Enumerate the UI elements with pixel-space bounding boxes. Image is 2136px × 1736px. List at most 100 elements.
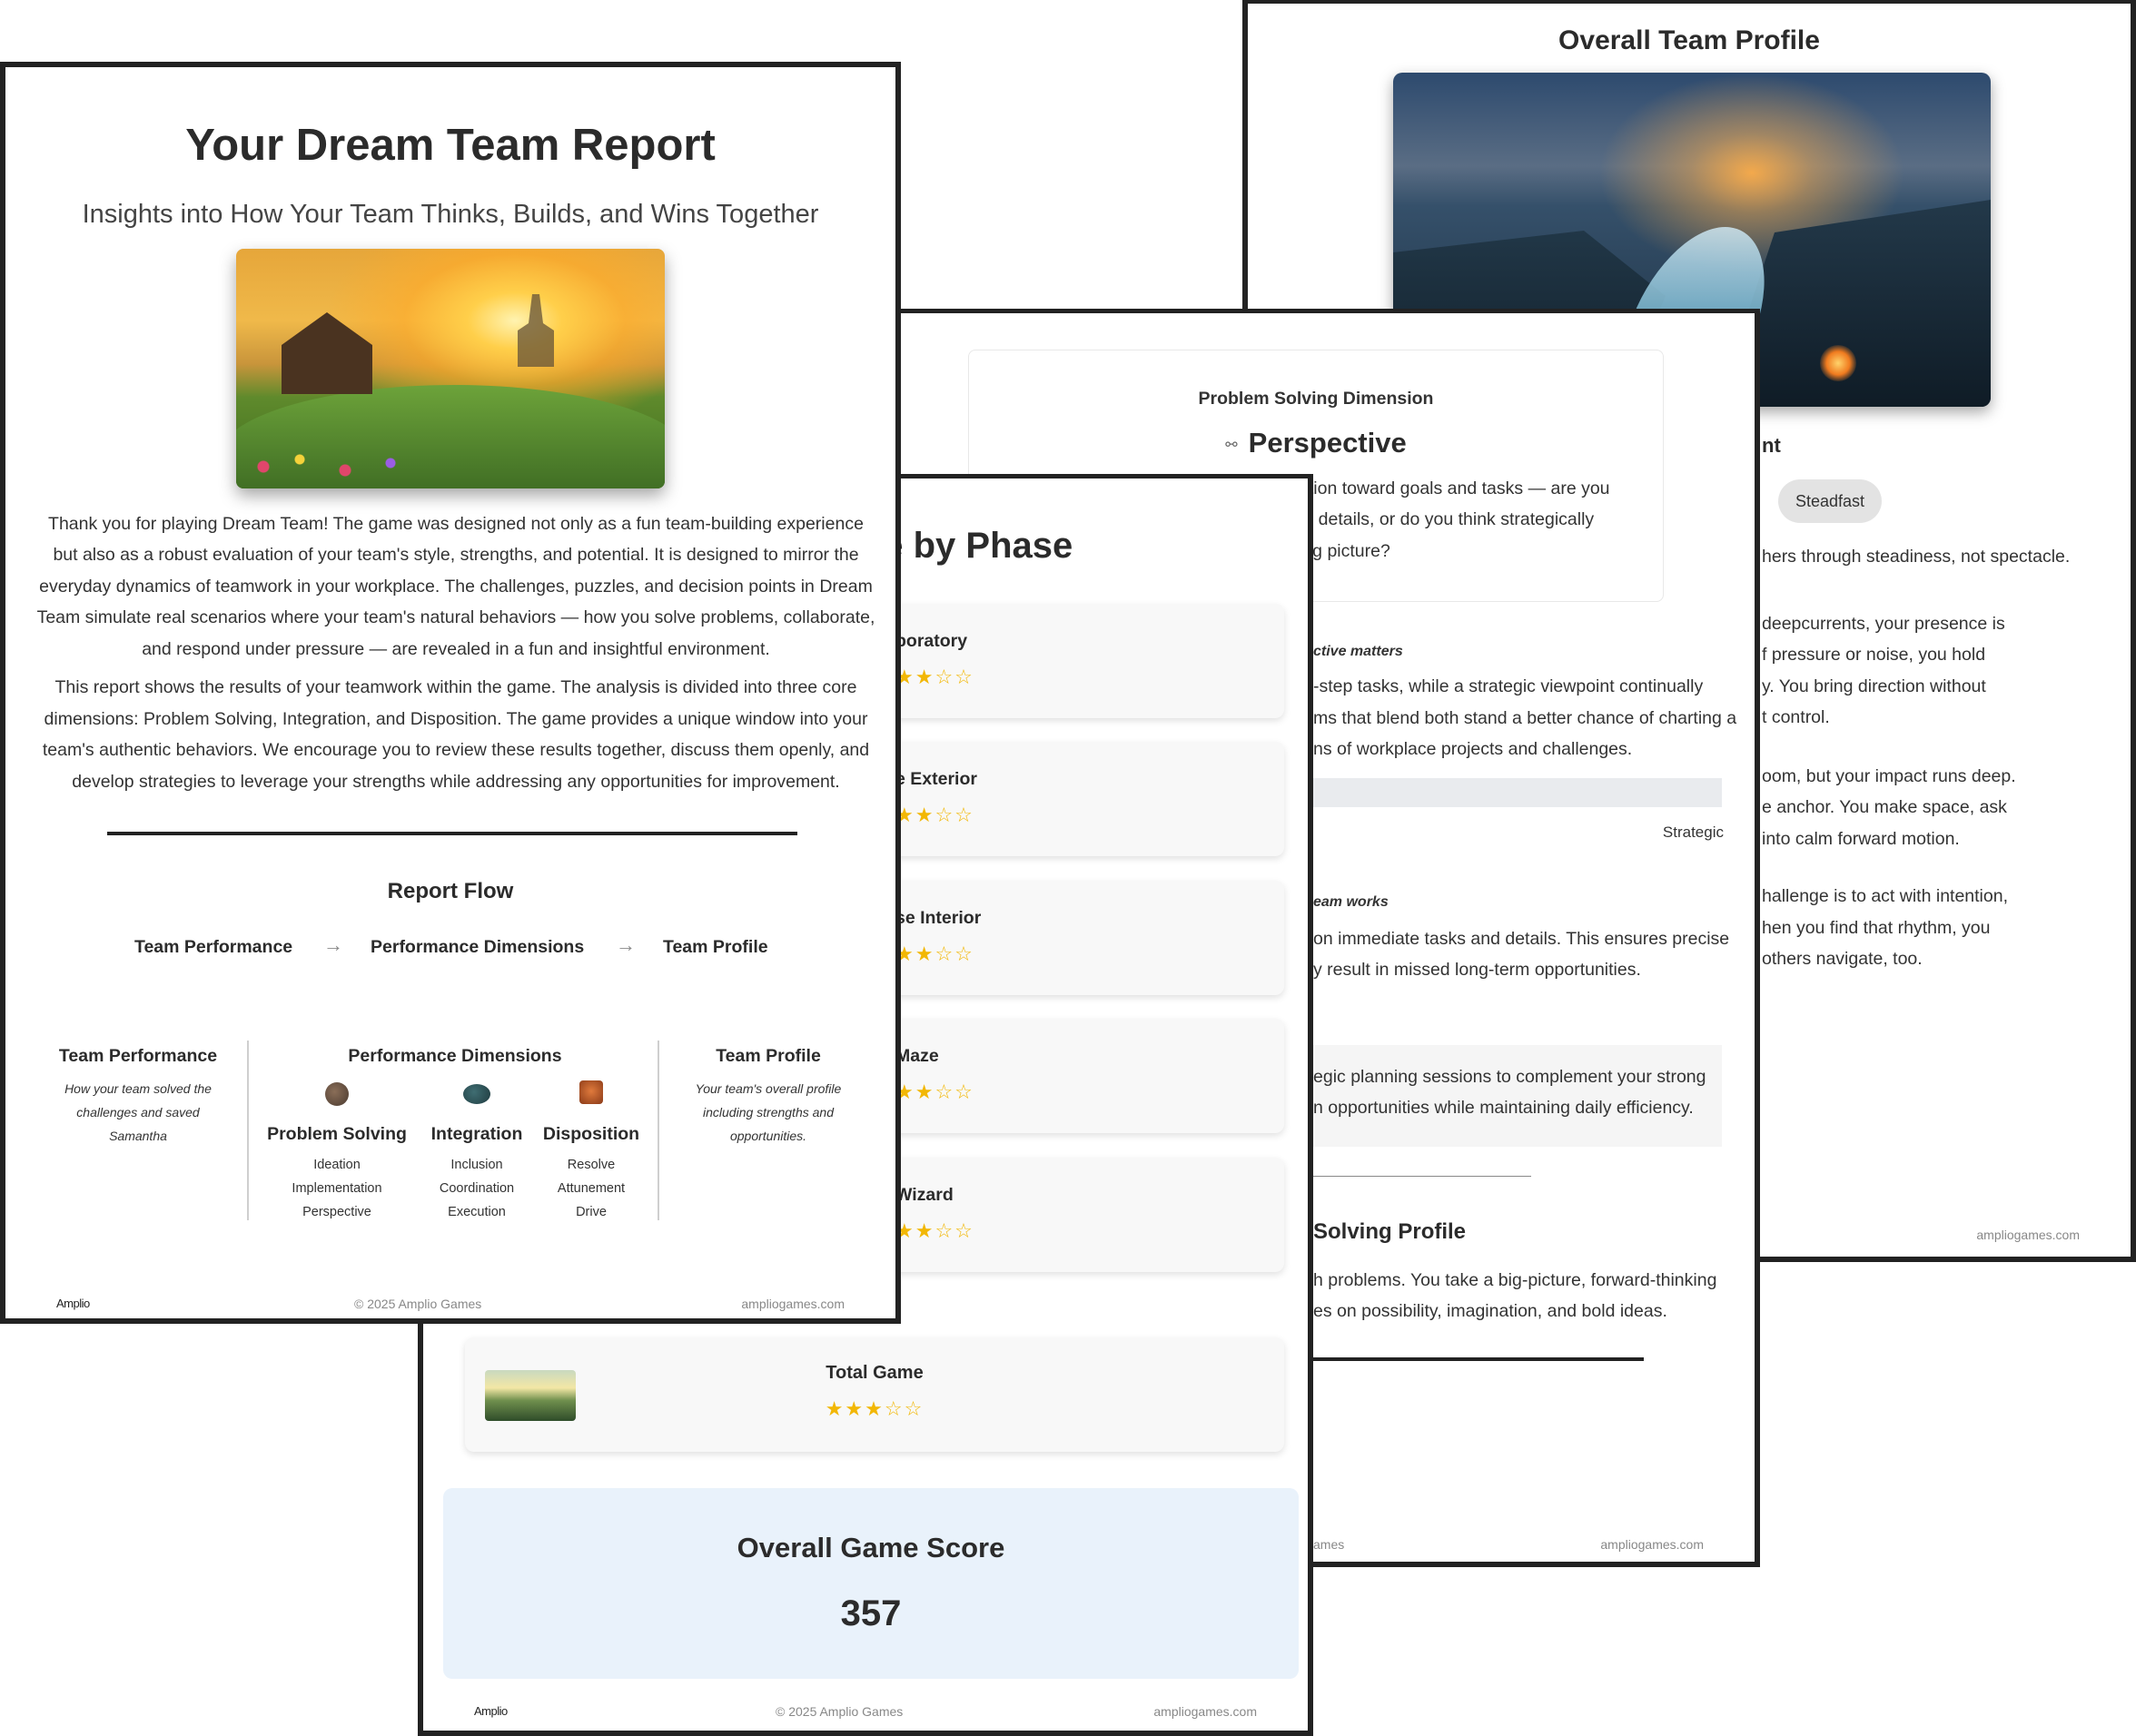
- why-heading: ctive matters: [1313, 644, 1403, 659]
- column-title: Team Performance: [58, 1046, 218, 1066]
- phase-name: se Interior: [895, 908, 982, 928]
- glasses-icon: ⚯: [1225, 437, 1238, 453]
- section-text: h problems. You take a big-picture, forw…: [1313, 1270, 1717, 1290]
- column-desc: How your team solved the challenges and …: [38, 1077, 238, 1148]
- fantasy-landscape-image: [236, 249, 665, 488]
- total-game-card: Total Game ★★★☆☆: [465, 1337, 1284, 1452]
- footer-center: ames: [1313, 1537, 1345, 1552]
- phase-stars: ★★☆☆: [895, 1080, 974, 1103]
- castle-shape: [518, 294, 554, 367]
- desc-line: How your team solved the: [64, 1081, 212, 1096]
- phase-stars: ★★☆☆: [895, 1219, 974, 1242]
- profile-text: deepcurrents, your presence is: [1762, 614, 2005, 634]
- recommendation-text: n opportunities while maintaining daily …: [1313, 1098, 1694, 1118]
- section-text: es on possibility, imagination, and bold…: [1313, 1301, 1667, 1321]
- dimension-name: Disposition: [542, 1124, 640, 1144]
- column-divider: [247, 1041, 249, 1220]
- overall-score-box: Overall Game Score 357: [443, 1488, 1299, 1679]
- overall-score-value: 357: [840, 1593, 902, 1633]
- recommendation-text: egic planning sessions to complement you…: [1313, 1067, 1706, 1087]
- perspective-scale-bar: [1290, 778, 1722, 807]
- footer-website: ampliogames.com: [1976, 1228, 2080, 1242]
- dimension-question: ation toward goals and tasks — are you: [1299, 478, 1610, 498]
- phase-stars: ★★☆☆: [895, 666, 974, 688]
- desc-line: Samantha: [109, 1129, 167, 1143]
- desc-line: challenges and saved: [76, 1105, 200, 1120]
- footer-website: ampliogames.com: [741, 1297, 845, 1311]
- footer-copyright: © 2025 Amplio Games: [354, 1297, 482, 1311]
- intro-text: This report shows the results of your te…: [54, 677, 857, 697]
- profile-text: hallenge is to act with intention,: [1762, 886, 2009, 906]
- profile-text: e anchor. You make space, ask: [1762, 797, 2007, 817]
- phase-stars: ★★☆☆: [895, 804, 974, 826]
- flow-step: Performance Dimensions: [371, 937, 585, 957]
- intro-text: Team simulate real scenarios where your …: [36, 607, 875, 627]
- flow-step: Team Profile: [663, 937, 768, 957]
- section-title: Solving Profile: [1313, 1219, 1467, 1244]
- dragon-icon: [579, 1080, 603, 1104]
- dimension-name: Perspective: [1248, 427, 1407, 459]
- why-text: ns of workplace projects and challenges.: [1313, 739, 1633, 759]
- intro-text: but also as a robust evaluation of your …: [53, 545, 859, 565]
- profile-text: hen you find that rhythm, you: [1762, 918, 1991, 938]
- desc-line: opportunities.: [729, 1129, 807, 1143]
- intro-text: and respond under pressure — are reveale…: [142, 639, 770, 659]
- amplio-logo: Amplio: [56, 1297, 90, 1310]
- report-title: Your Dream Team Report: [185, 121, 716, 170]
- phase-stars: ★★☆☆: [895, 942, 974, 965]
- dimension-title: ⚯ Perspective: [969, 427, 1663, 459]
- profile-text: hers through steadiness, not spectacle.: [1762, 547, 2071, 567]
- total-game-stars: ★★★☆☆: [825, 1397, 925, 1420]
- intro-text: develop strategies to leverage your stre…: [72, 772, 840, 792]
- phase-name: Maze: [895, 1046, 939, 1066]
- sub-dimension: Drive: [576, 1205, 607, 1219]
- sub-dimension: Ideation: [313, 1158, 361, 1172]
- why-text: ms that blend both stand a better chance…: [1313, 708, 1737, 728]
- desc-line: including strengths and: [703, 1105, 834, 1120]
- footer-copyright: © 2025 Amplio Games: [776, 1704, 904, 1719]
- sub-dimension: Attunement: [557, 1181, 626, 1196]
- profile-text: f pressure or noise, you hold: [1762, 645, 1986, 665]
- page-dream-team-report: Your Dream Team Report Insights into How…: [0, 62, 901, 1324]
- column-divider: [658, 1041, 659, 1220]
- column-title: Team Profile: [716, 1046, 821, 1066]
- footer-website: ampliogames.com: [1600, 1537, 1704, 1552]
- dimension-name: Problem Solving: [267, 1124, 407, 1144]
- footer-website: ampliogames.com: [1153, 1704, 1257, 1719]
- how-heading: eam works: [1313, 894, 1389, 910]
- scale-pole-label: Strategic: [1662, 824, 1724, 841]
- intro-text: team's authentic behaviors. We encourage…: [42, 740, 870, 760]
- report-flow-title: Report Flow: [387, 879, 514, 903]
- phase-name: Wizard: [895, 1185, 954, 1205]
- profile-text: y. You bring direction without: [1762, 676, 1986, 696]
- dimension-subs: Resolve Attunement Drive: [514, 1153, 668, 1224]
- amplio-logo: Amplio: [474, 1704, 508, 1718]
- campfire-shape: [1820, 345, 1856, 381]
- dimension-subs: Ideation Implementation Perspective: [260, 1153, 414, 1224]
- flowers-shape: [245, 449, 427, 485]
- house-shape: [282, 312, 372, 394]
- sub-dimension: Perspective: [302, 1205, 371, 1219]
- helmet-icon: [463, 1084, 490, 1104]
- intro-text: dimensions: Problem Solving, Integration…: [44, 709, 868, 729]
- overall-score-label: Overall Game Score: [737, 1532, 1005, 1563]
- divider: [1299, 1176, 1531, 1177]
- phase-name: boratory: [895, 631, 968, 651]
- intro-text: Thank you for playing Dream Team! The ga…: [48, 514, 864, 534]
- flow-step: Team Performance: [134, 937, 293, 957]
- arrow-right-icon: →: [616, 933, 636, 956]
- desc-line: Your team's overall profile: [695, 1081, 842, 1096]
- profile-text: t control.: [1762, 707, 1830, 727]
- dimension-question: te details, or do you think strategicall…: [1299, 509, 1595, 529]
- why-text: -step tasks, while a strategic viewpoint…: [1313, 676, 1704, 696]
- sub-dimension: Implementation: [292, 1181, 382, 1196]
- divider: [107, 832, 797, 835]
- page-title: Overall Team Profile: [1558, 25, 1820, 55]
- phase-name: e Exterior: [895, 769, 977, 789]
- profile-name-heading: nt: [1762, 434, 1781, 457]
- divider: [1299, 1357, 1644, 1361]
- profile-text: into calm forward motion.: [1762, 829, 1960, 849]
- profile-text: oom, but your impact runs deep.: [1762, 766, 2016, 786]
- arrow-right-icon: →: [323, 933, 343, 956]
- report-subtitle: Insights into How Your Team Thinks, Buil…: [82, 200, 819, 229]
